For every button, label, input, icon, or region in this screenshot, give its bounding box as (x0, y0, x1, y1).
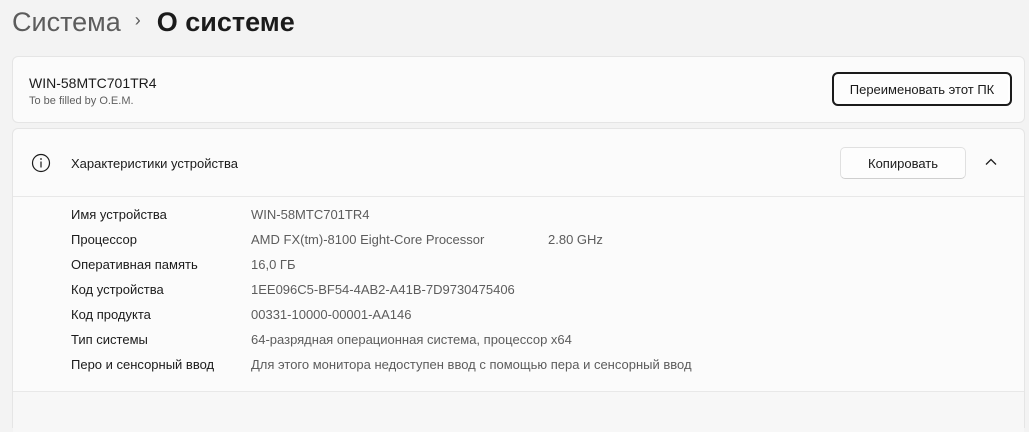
breadcrumb-parent-link[interactable]: Система (12, 7, 121, 38)
spec-row-product-id: Код продукта 00331-10000-00001-AA146 (13, 303, 1024, 328)
spec-label: Перо и сенсорный ввод (71, 357, 215, 372)
breadcrumb-separator-icon: › (134, 9, 141, 30)
spec-label: Тип системы (71, 332, 148, 347)
spec-value-clock-speed: 2.80 GHz (548, 232, 603, 247)
page-title: О системе (156, 6, 295, 37)
pc-name-card: WIN-58MTC701TR4 To be filled by O.E.M. П… (12, 56, 1025, 123)
spec-row-system-type: Тип системы 64-разрядная операционная си… (13, 328, 1024, 353)
rename-pc-button[interactable]: Переименовать этот ПК (832, 72, 1012, 106)
spec-label: Имя устройства (71, 207, 167, 222)
spec-row-processor: Процессор AMD FX(tm)-8100 Eight-Core Pro… (13, 228, 1024, 253)
spec-value: 00331-10000-00001-AA146 (251, 307, 412, 322)
spec-row-device-id: Код устройства 1EE096C5-BF54-4AB2-A41B-7… (13, 278, 1024, 303)
breadcrumb: Система › О системе (12, 2, 295, 42)
info-icon (31, 153, 51, 173)
device-specs-footer (13, 391, 1024, 432)
device-specs-header[interactable]: Характеристики устройства Копировать (13, 129, 1024, 197)
spec-row-pen-touch: Перо и сенсорный ввод Для этого монитора… (13, 353, 1024, 378)
spec-label: Оперативная память (71, 257, 198, 272)
spec-value: 64-разрядная операционная система, проце… (251, 332, 572, 347)
device-specs-list: Имя устройства WIN-58MTC701TR4 Процессор… (13, 197, 1024, 393)
spec-label: Код устройства (71, 282, 164, 297)
pc-name: WIN-58MTC701TR4 (29, 75, 157, 91)
spec-row-ram: Оперативная память 16,0 ГБ (13, 253, 1024, 278)
device-specs-title: Характеристики устройства (71, 156, 238, 171)
spec-value: WIN-58MTC701TR4 (251, 207, 370, 222)
spec-label: Код продукта (71, 307, 151, 322)
spec-value: 1EE096C5-BF54-4AB2-A41B-7D9730475406 (251, 282, 515, 297)
spec-row-device-name: Имя устройства WIN-58MTC701TR4 (13, 203, 1024, 228)
spec-value: Для этого монитора недоступен ввод с пом… (251, 357, 692, 372)
copy-button[interactable]: Копировать (840, 147, 966, 179)
device-specs-card: Характеристики устройства Копировать Имя… (12, 128, 1025, 432)
chevron-up-icon[interactable] (984, 155, 998, 169)
pc-manufacturer-subtitle: To be filled by O.E.M. (29, 95, 134, 107)
spec-label: Процессор (71, 232, 137, 247)
spec-value: AMD FX(tm)-8100 Eight-Core Processor (251, 232, 485, 247)
spec-value: 16,0 ГБ (251, 257, 296, 272)
